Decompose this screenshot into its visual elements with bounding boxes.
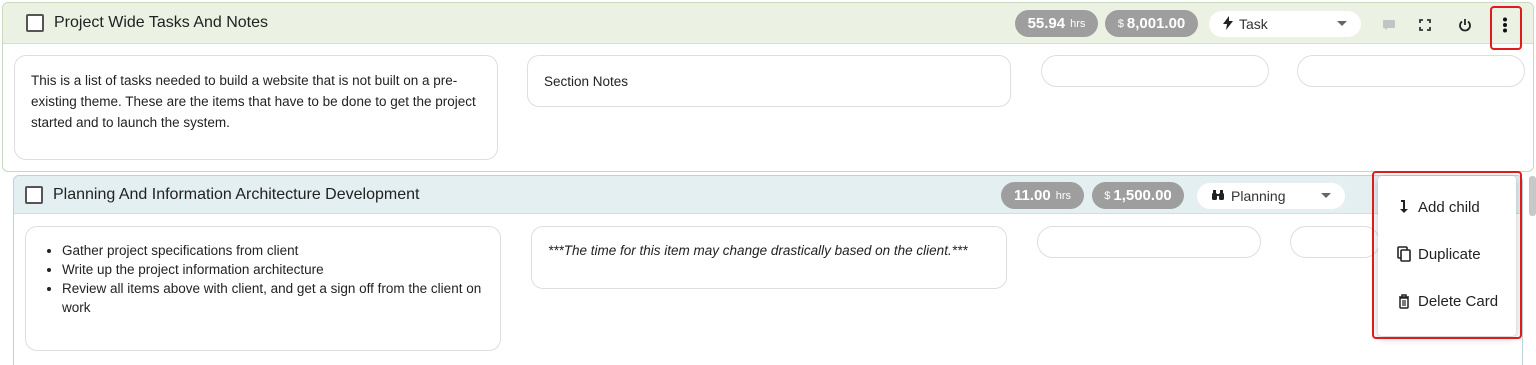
card-checkbox[interactable] xyxy=(26,14,44,32)
menu-item-label: Delete Card xyxy=(1418,292,1499,310)
currency-symbol: $ xyxy=(1117,17,1124,30)
extra-field-2[interactable] xyxy=(1297,55,1525,87)
list-item: Gather project specifications from clien… xyxy=(62,241,482,260)
bullet-list: Gather project specifications from clien… xyxy=(48,241,482,317)
description-text: This is a list of tasks needed to build … xyxy=(31,73,476,130)
description-box[interactable]: This is a list of tasks needed to build … xyxy=(14,55,498,160)
notes-text: Section Notes xyxy=(544,74,629,89)
currency-symbol: $ xyxy=(1104,189,1111,202)
expand-icon[interactable] xyxy=(1415,15,1435,35)
notes-box[interactable]: ***The time for this item may change dra… xyxy=(531,226,1007,289)
notes-text: ***The time for this item may change dra… xyxy=(548,243,968,258)
extra-field-1[interactable] xyxy=(1041,55,1269,87)
hours-badge: 55.94 hrs xyxy=(1015,10,1098,37)
hours-value: 55.94 xyxy=(1027,15,1066,32)
hours-value: 11.00 xyxy=(1014,187,1051,204)
hours-unit: hrs xyxy=(1070,17,1086,30)
extra-field-1[interactable] xyxy=(1037,226,1261,258)
amount-value: 8,001.00 xyxy=(1126,15,1186,32)
amount-value: 1,500.00 xyxy=(1113,187,1172,204)
card-context-menu: Add child Duplicate Delete Card xyxy=(1378,176,1516,336)
trash-icon xyxy=(1396,293,1412,309)
project-wide-card: Project Wide Tasks And Notes 55.94 hrs $8… xyxy=(2,2,1534,172)
card-type-select[interactable]: Planning xyxy=(1197,183,1345,209)
scrollbar[interactable] xyxy=(1529,176,1536,216)
list-item: Review all items above with client, and … xyxy=(62,279,482,317)
card-checkbox[interactable] xyxy=(25,185,43,204)
add-child-menu-item[interactable]: Add child xyxy=(1378,185,1516,229)
card-title: Project Wide Tasks And Notes xyxy=(54,14,269,31)
bolt-icon xyxy=(1223,15,1233,33)
chevron-down-icon xyxy=(1337,21,1347,26)
chevron-down-icon xyxy=(1321,193,1331,198)
description-box[interactable]: Gather project specifications from clien… xyxy=(25,226,501,351)
card-title: Planning And Information Architecture De… xyxy=(53,185,420,203)
menu-item-label: Add child xyxy=(1418,198,1480,216)
card-type-select[interactable]: Task xyxy=(1209,11,1361,37)
card-type-label: Planning xyxy=(1231,188,1286,204)
planning-card: Planning And Information Architecture De… xyxy=(13,175,1523,365)
arrow-down-icon xyxy=(1396,200,1412,214)
hours-unit: hrs xyxy=(1055,189,1071,202)
notes-box[interactable]: Section Notes xyxy=(527,55,1011,107)
comment-icon[interactable] xyxy=(1379,15,1399,35)
menu-item-label: Duplicate xyxy=(1418,245,1481,263)
list-item: Write up the project information archite… xyxy=(62,260,482,279)
amount-badge: $8,001.00 xyxy=(1105,10,1198,37)
duplicate-menu-item[interactable]: Duplicate xyxy=(1378,232,1516,276)
card-type-label: Task xyxy=(1239,16,1268,32)
binoculars-icon xyxy=(1211,189,1225,204)
copy-icon xyxy=(1396,246,1412,262)
extra-field-2[interactable] xyxy=(1290,226,1380,258)
hours-badge: 11.00 hrs xyxy=(1001,182,1084,209)
more-options-icon[interactable] xyxy=(1495,15,1515,35)
delete-card-menu-item[interactable]: Delete Card xyxy=(1378,279,1516,323)
power-icon[interactable] xyxy=(1455,15,1475,35)
amount-badge: $1,500.00 xyxy=(1092,182,1184,209)
